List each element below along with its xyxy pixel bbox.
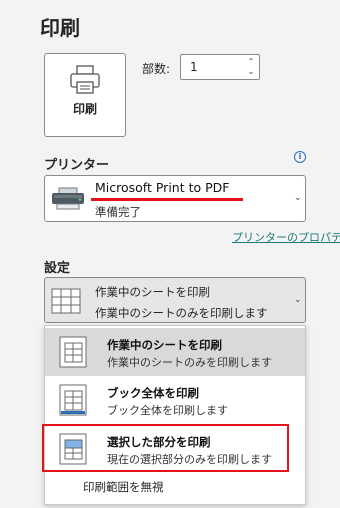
spin-arrows-icon[interactable]: ⌃ ⌄ xyxy=(246,57,256,77)
printer-status: 準備完了 xyxy=(95,205,141,219)
current-scope-desc: 作業中のシートのみを印刷します xyxy=(95,306,268,320)
menu-item-desc: ブック全体を印刷します xyxy=(107,404,228,417)
printer-device-icon xyxy=(52,187,84,210)
workbook-icon xyxy=(59,384,87,416)
active-sheet-icon xyxy=(59,336,87,368)
printer-section-title: プリンター xyxy=(44,158,110,173)
printer-name-highlight xyxy=(91,198,243,201)
menu-item-desc: 作業中のシートのみを印刷します xyxy=(107,356,272,369)
printer-properties-link[interactable]: プリンターのプロパティ xyxy=(232,229,340,245)
menu-item-entire-workbook[interactable]: ブック全体を印刷 ブック全体を印刷します xyxy=(45,376,305,424)
chevron-down-icon: ⌄ xyxy=(294,193,302,203)
print-scope-menu: 作業中のシートを印刷 作業中のシートのみを印刷します ブック全体を印刷 ブック全… xyxy=(44,325,306,505)
print-scope-dropdown[interactable]: 作業中のシートを印刷 作業中のシートのみを印刷します ⌄ xyxy=(44,277,306,323)
printer-dropdown[interactable]: Microsoft Print to PDF 準備完了 ⌄ xyxy=(44,175,306,222)
printer-icon xyxy=(70,65,100,94)
menu-item-title: ブック全体を印刷 xyxy=(107,386,199,400)
copies-stepper[interactable]: 1 ⌃ ⌄ xyxy=(180,54,260,80)
copies-label: 部数: xyxy=(142,62,171,76)
print-button[interactable]: 印刷 xyxy=(44,53,126,137)
page-title: 印刷 xyxy=(40,16,80,40)
ignore-print-area-option[interactable]: 印刷範囲を無視 xyxy=(83,479,164,495)
menu-item-active-sheet[interactable]: 作業中のシートを印刷 作業中のシートのみを印刷します xyxy=(45,328,305,376)
sheet-grid-icon xyxy=(51,288,81,314)
current-scope-title: 作業中のシートを印刷 xyxy=(95,285,210,299)
menu-item-title: 作業中のシートを印刷 xyxy=(107,338,222,352)
print-button-label: 印刷 xyxy=(72,102,97,116)
info-icon[interactable]: i xyxy=(294,151,306,163)
selection-highlight-box xyxy=(42,424,289,472)
printer-name: Microsoft Print to PDF xyxy=(95,180,230,195)
settings-section-title: 設定 xyxy=(44,261,71,276)
copies-value: 1 xyxy=(190,60,198,74)
chevron-down-icon: ⌄ xyxy=(294,295,302,305)
